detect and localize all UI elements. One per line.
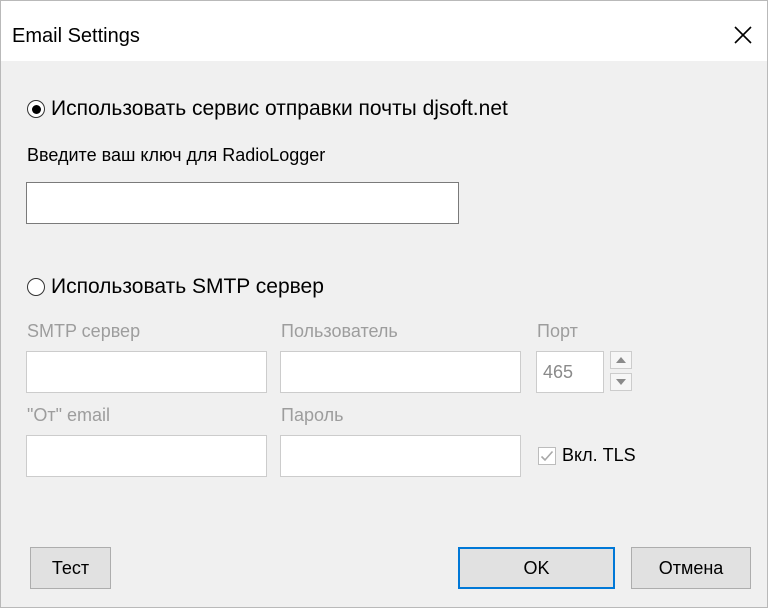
smtp-server-label: SMTP сервер <box>27 321 141 341</box>
dialog-body: Использовать сервис отправки почты djsof… <box>1 61 767 609</box>
test-button[interactable]: Тест <box>30 547 111 589</box>
password-input[interactable] <box>280 435 521 477</box>
radio-djsoft-service-label: Использовать сервис отправки почты djsof… <box>51 97 508 120</box>
tls-checkbox-box <box>538 446 556 465</box>
user-label: Пользователь <box>281 321 398 341</box>
radio-smtp-server[interactable]: Использовать SMTP сервер <box>27 275 324 299</box>
radio-indicator <box>27 278 45 296</box>
key-label: Введите ваш ключ для RadioLogger <box>27 145 326 165</box>
password-label: Пароль <box>281 405 344 425</box>
ok-button[interactable]: OK <box>458 547 615 589</box>
port-spin-up-button[interactable] <box>610 351 632 369</box>
port-spin-down-button[interactable] <box>610 373 632 391</box>
tls-label: Вкл. TLS <box>562 445 636 465</box>
tls-checkbox[interactable]: Вкл. TLS <box>538 445 636 466</box>
port-input[interactable] <box>536 351 604 393</box>
email-settings-dialog: Email Settings Использовать сервис отпра… <box>0 0 768 608</box>
chevron-down-icon <box>616 379 626 385</box>
user-input[interactable] <box>280 351 521 393</box>
window-title: Email Settings <box>12 25 140 47</box>
radio-selected-dot <box>31 104 41 114</box>
radio-smtp-server-label: Использовать SMTP сервер <box>51 275 324 298</box>
title-bar: Email Settings <box>1 1 767 61</box>
chevron-up-icon <box>616 357 626 363</box>
checkmark-icon <box>540 450 554 461</box>
port-label: Порт <box>537 321 578 341</box>
radio-indicator <box>27 100 45 118</box>
from-email-input[interactable] <box>26 435 267 477</box>
cancel-button[interactable]: Отмена <box>631 547 751 589</box>
close-button[interactable] <box>723 15 763 55</box>
port-spinner <box>608 351 634 393</box>
radio-djsoft-service[interactable]: Использовать сервис отправки почты djsof… <box>27 97 508 121</box>
close-icon <box>734 26 752 44</box>
key-input[interactable] <box>26 182 459 224</box>
from-email-label: "От" email <box>27 405 111 425</box>
smtp-server-input[interactable] <box>26 351 267 393</box>
